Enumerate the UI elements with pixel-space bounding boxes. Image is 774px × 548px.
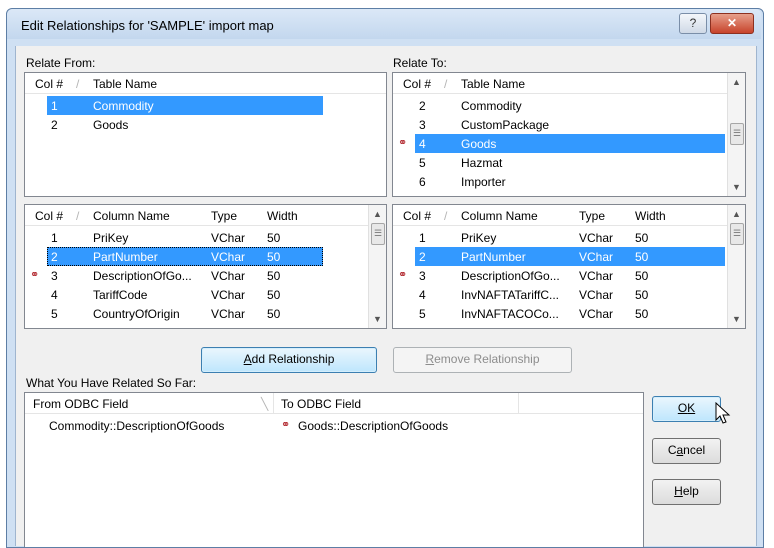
list-header: Col # / Column Name Type Width: [25, 205, 386, 226]
table-row[interactable]: 2 PartNumber VChar 50: [415, 247, 725, 266]
vertical-scrollbar[interactable]: ▲ ☰ ▼: [727, 205, 745, 328]
col-header[interactable]: Col #: [35, 209, 63, 223]
relate-to-label: Relate To:: [393, 56, 447, 70]
ok-button[interactable]: OK: [652, 396, 721, 422]
relate-from-label: Relate From:: [26, 56, 96, 70]
table-row[interactable]: 5 CountryOfOrigin VChar 50: [47, 304, 367, 323]
column-name-header[interactable]: Column Name: [93, 209, 170, 223]
list-item[interactable]: 2 Commodity: [415, 96, 725, 115]
table-row[interactable]: 1 PriKey VChar 50: [47, 228, 367, 247]
vertical-scrollbar[interactable]: ▲ ☰ ▼: [727, 73, 745, 196]
table-row[interactable]: ⚭ 3 DescriptionOfGo... VChar 50: [398, 266, 725, 285]
list-header: Col # / Table Name: [393, 73, 745, 94]
table-row[interactable]: 1 PriKey VChar 50: [415, 228, 725, 247]
list-item[interactable]: 3 CustomPackage: [415, 115, 725, 134]
dialog-client-area: Relate From: Col # / Table Name 1 Commod…: [15, 46, 757, 547]
related-list[interactable]: From ODBC Field ╲ To ODBC Field Commodit…: [24, 392, 644, 547]
related-so-far-label: What You Have Related So Far:: [26, 376, 197, 390]
help-title-button[interactable]: ?: [679, 13, 707, 34]
list-header: Col # / Column Name Type Width: [393, 205, 745, 226]
relate-to-table-list[interactable]: Col # / Table Name 2 Commodity 3 CustomP…: [392, 72, 746, 197]
scroll-up-icon[interactable]: ▲: [732, 77, 741, 87]
col-header[interactable]: Col #: [403, 77, 431, 91]
scroll-up-icon[interactable]: ▲: [373, 209, 382, 219]
table-name-header[interactable]: Table Name: [461, 77, 525, 91]
header-divider: [518, 393, 519, 413]
close-button[interactable]: ✕: [710, 13, 754, 34]
list-header: From ODBC Field ╲ To ODBC Field: [25, 393, 643, 414]
table-row[interactable]: 4 TariffCode VChar 50: [47, 285, 367, 304]
scroll-down-icon[interactable]: ▼: [732, 314, 741, 324]
width-header[interactable]: Width: [635, 209, 666, 223]
list-item[interactable]: 1 Commodity: [47, 96, 323, 115]
chain-link-icon: ⚭: [281, 419, 291, 431]
sort-indicator-icon: /: [76, 209, 80, 223]
table-row[interactable]: 4 InvNAFTATariffC... VChar 50: [415, 285, 725, 304]
to-odbc-field-header[interactable]: To ODBC Field: [281, 397, 361, 411]
table-row[interactable]: 2 PartNumber VChar 50: [47, 247, 323, 266]
width-header[interactable]: Width: [267, 209, 298, 223]
scroll-down-icon[interactable]: ▼: [373, 314, 382, 324]
title-bar[interactable]: Edit Relationships for 'SAMPLE' import m…: [7, 9, 761, 39]
scroll-up-icon[interactable]: ▲: [732, 209, 741, 219]
from-odbc-field-header[interactable]: From ODBC Field: [33, 397, 128, 411]
scroll-thumb[interactable]: ☰: [371, 223, 385, 245]
chain-link-icon: ⚭: [398, 269, 408, 281]
list-item[interactable]: ⚭ 4 Goods: [398, 134, 725, 153]
remove-relationship-button[interactable]: Remove Relationship: [393, 347, 572, 373]
chain-link-icon: ⚭: [398, 137, 408, 149]
to-columns-list[interactable]: Col # / Column Name Type Width 1 PriKey …: [392, 204, 746, 329]
table-name-header[interactable]: Table Name: [93, 77, 157, 91]
list-item[interactable]: 2 Goods: [47, 115, 323, 134]
column-name-header[interactable]: Column Name: [461, 209, 538, 223]
header-divider: [273, 393, 274, 413]
col-header[interactable]: Col #: [403, 209, 431, 223]
mouse-pointer-icon: [715, 402, 731, 424]
sort-indicator-icon: ╲: [261, 397, 269, 411]
help-button[interactable]: Help: [652, 479, 721, 505]
table-row[interactable]: 5 InvNAFTACOCo... VChar 50: [415, 304, 725, 323]
type-header[interactable]: Type: [211, 209, 237, 223]
sort-indicator-icon: /: [76, 77, 80, 91]
table-row[interactable]: ⚭ 3 DescriptionOfGo... VChar 50: [30, 266, 367, 285]
scroll-thumb[interactable]: ☰: [730, 123, 744, 145]
relate-from-table-list[interactable]: Col # / Table Name 1 Commodity 2 Goods: [24, 72, 387, 197]
scroll-down-icon[interactable]: ▼: [732, 182, 741, 192]
add-relationship-button[interactable]: Add Relationship: [201, 347, 377, 373]
list-item[interactable]: 6 Importer: [415, 172, 725, 191]
col-header[interactable]: Col #: [35, 77, 63, 91]
from-columns-list[interactable]: Col # / Column Name Type Width 1 PriKey …: [24, 204, 387, 329]
list-item[interactable]: 5 Hazmat: [415, 153, 725, 172]
cancel-button[interactable]: Cancel: [652, 438, 721, 464]
table-row[interactable]: Commodity::DescriptionOfGoods ⚭ Goods::D…: [25, 416, 525, 435]
scroll-thumb[interactable]: ☰: [730, 223, 744, 245]
type-header[interactable]: Type: [579, 209, 605, 223]
vertical-scrollbar[interactable]: ▲ ☰ ▼: [368, 205, 386, 328]
sort-indicator-icon: /: [444, 77, 448, 91]
sort-indicator-icon: /: [444, 209, 448, 223]
list-header: Col # / Table Name: [25, 73, 386, 94]
window-title: Edit Relationships for 'SAMPLE' import m…: [21, 18, 274, 33]
chain-link-icon: ⚭: [30, 269, 40, 281]
